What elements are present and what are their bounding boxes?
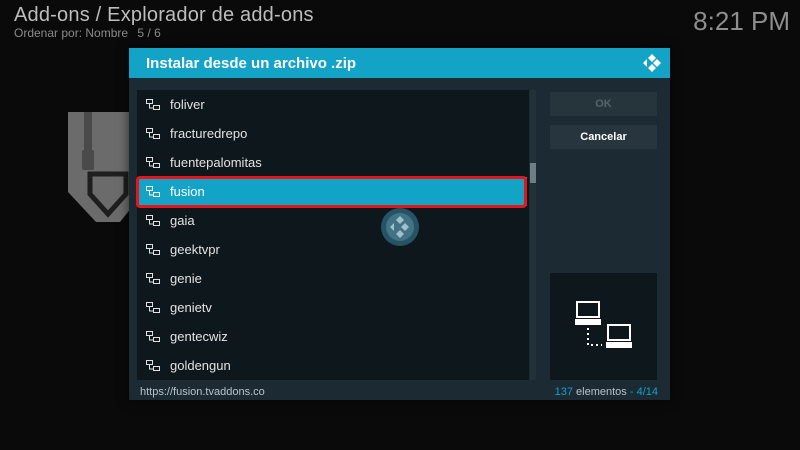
list-item-label: fracturedrepo — [170, 126, 248, 141]
network-share-icon — [146, 359, 160, 371]
footer-source-url: https://fusion.tvaddons.co — [140, 386, 265, 398]
list-item-label: foliver — [170, 97, 205, 112]
item-count-label: elementos — [576, 386, 627, 398]
page-position: 5 / 6 — [137, 26, 161, 40]
list-item-label: fusion — [170, 184, 205, 199]
list-item-label: fuentepalomitas — [170, 155, 262, 170]
list-item[interactable]: genietv — [137, 293, 527, 322]
source-list: foliver fracturedrepo fuentepalomitas fu… — [137, 90, 529, 380]
sort-info: Ordenar por: Nombre 5 / 6 — [14, 26, 167, 40]
list-item[interactable]: fuentepalomitas — [137, 148, 527, 177]
list-item-label: gaia — [170, 213, 195, 228]
network-share-icon — [146, 301, 160, 313]
clock: 8:21 PM — [693, 6, 790, 36]
list-item-label: geektvpr — [170, 242, 220, 257]
dialog-title: Instalar desde un archivo .zip — [146, 54, 357, 72]
network-share-icon — [146, 185, 160, 197]
list-item[interactable]: genie — [137, 264, 527, 293]
list-item-selected[interactable]: fusion — [137, 177, 527, 206]
list-item[interactable]: goldengun — [137, 351, 527, 380]
ok-button[interactable]: OK — [550, 92, 657, 116]
network-share-icon — [146, 98, 160, 110]
list-item-label: genie — [170, 271, 202, 286]
cancel-button[interactable]: Cancelar — [550, 125, 657, 149]
page-title: Add-ons / Explorador de add-ons — [14, 4, 314, 26]
list-item-label: goldengun — [170, 358, 231, 373]
list-item[interactable]: foliver — [137, 90, 527, 119]
list-scrollbar[interactable] — [530, 90, 536, 380]
kodi-logo-icon — [381, 208, 419, 246]
network-share-icon — [146, 243, 160, 255]
network-share-icon — [146, 330, 160, 342]
page-indicator: 4/14 — [636, 386, 658, 398]
item-count-separator: - — [629, 386, 634, 398]
list-item[interactable]: geektvpr — [137, 235, 527, 264]
network-share-icon — [146, 127, 160, 139]
network-share-icon — [146, 156, 160, 168]
item-count-number: 137 — [554, 386, 573, 398]
list-item-label: gentecwiz — [170, 329, 228, 344]
list-item-label: genietv — [170, 300, 212, 315]
network-share-icon — [146, 272, 160, 284]
preview-panel — [550, 273, 657, 380]
kodi-logo-icon — [643, 54, 661, 72]
network-computers-icon — [575, 301, 632, 348]
network-share-icon — [146, 214, 160, 226]
list-scrollbar-thumb[interactable] — [530, 163, 536, 183]
list-item[interactable]: gaia — [137, 206, 527, 235]
list-item[interactable]: gentecwiz — [137, 322, 527, 351]
sort-label: Ordenar por: Nombre — [14, 26, 129, 40]
dialog-header: Instalar desde un archivo .zip — [129, 48, 670, 78]
list-item[interactable]: fracturedrepo — [137, 119, 527, 148]
footer-item-count: 137 elementos - 4/14 — [555, 386, 658, 398]
